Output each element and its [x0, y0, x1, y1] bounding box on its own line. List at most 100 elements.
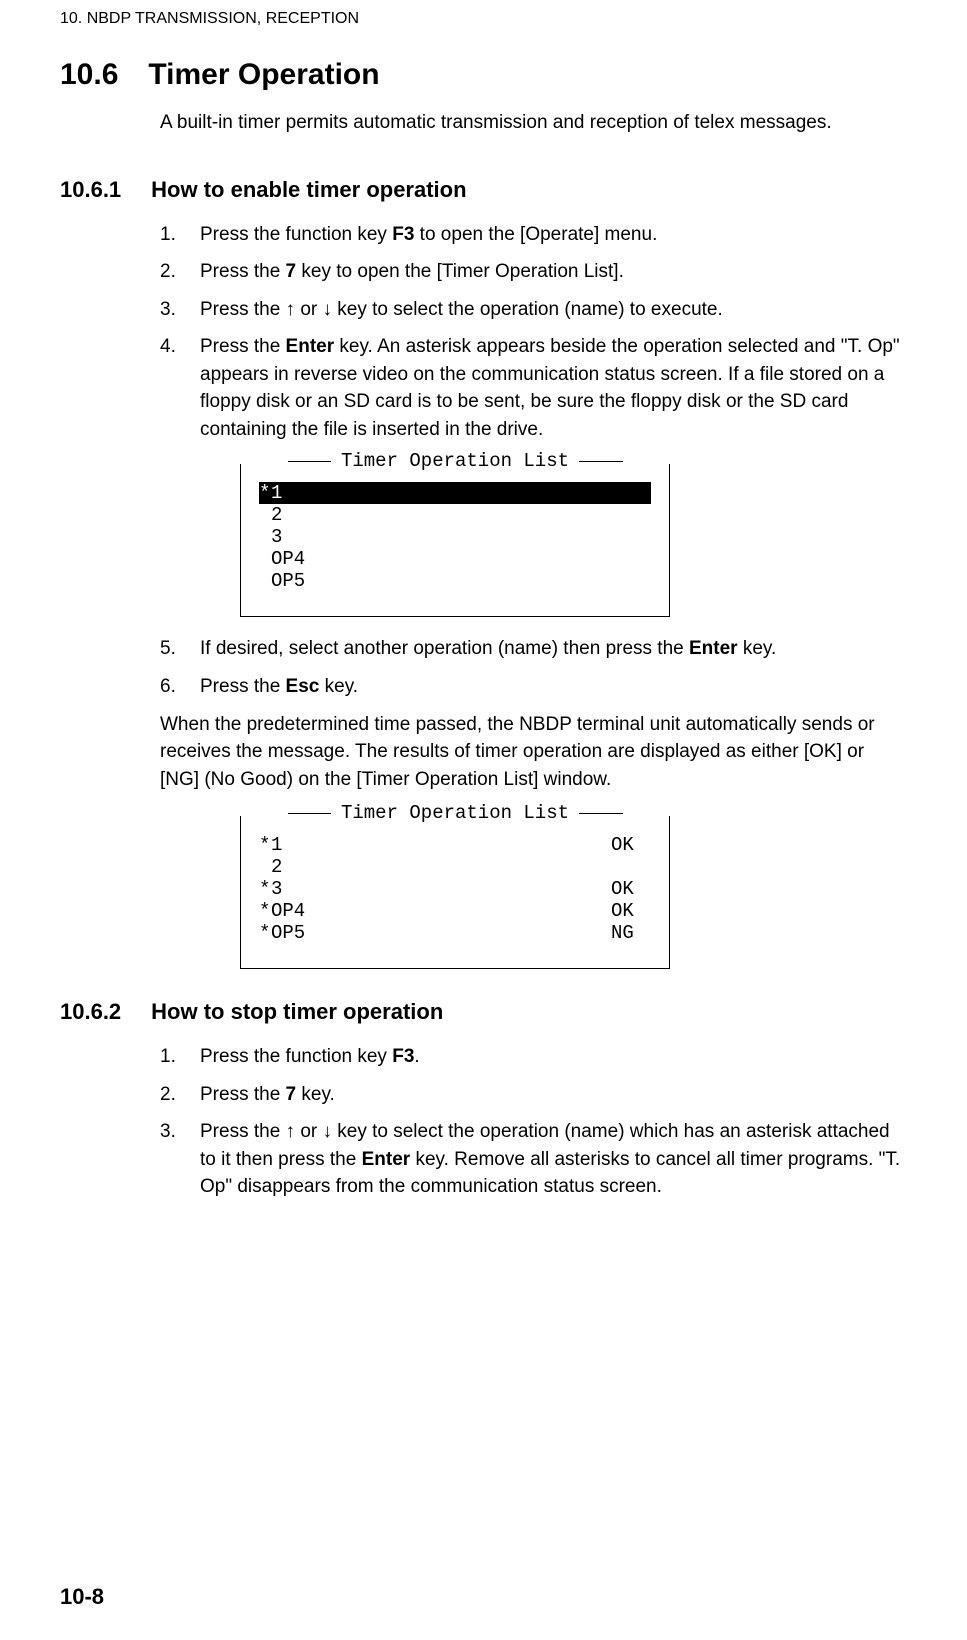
list-marker: 1.	[160, 221, 186, 249]
key-name: 7	[286, 261, 297, 282]
text: .	[414, 1046, 419, 1067]
asterisk-mark	[259, 856, 271, 878]
asterisk-mark	[259, 504, 271, 526]
asterisk-mark: *	[259, 900, 271, 922]
timer-list-row: * OP5 NG	[259, 922, 651, 944]
list-item: 1. Press the function key F3 to open the…	[160, 221, 907, 249]
list-text: Press the ↑ or ↓ key to select the opera…	[200, 1118, 907, 1201]
list-marker: 6.	[160, 673, 186, 701]
list-text: Press the 7 key.	[200, 1081, 907, 1109]
asterisk-mark	[259, 526, 271, 548]
figure-frame: Timer Operation List * 1 2 3 OP4 OP5	[240, 461, 670, 617]
list-text: Press the 7 key to open the [Timer Opera…	[200, 258, 907, 286]
timer-list-row: 2	[259, 504, 651, 526]
timer-name: OP5	[271, 922, 611, 944]
list-item: 2. Press the 7 key.	[160, 1081, 907, 1109]
timer-name: OP4	[271, 548, 651, 570]
list-item: 3. Press the ↑ or ↓ key to select the op…	[160, 296, 907, 324]
timer-list-row: * OP4 OK	[259, 900, 651, 922]
list-marker: 4.	[160, 333, 186, 443]
key-name: Enter	[286, 336, 335, 357]
text: key.	[296, 1084, 335, 1105]
list-marker: 5.	[160, 635, 186, 663]
text: Press the	[200, 261, 286, 282]
text: If desired, select another operation (na…	[200, 638, 689, 659]
asterisk-mark: *	[259, 482, 271, 504]
list-item: 4. Press the Enter key. An asterisk appe…	[160, 333, 907, 443]
asterisk-mark: *	[259, 878, 271, 900]
text: key.	[319, 676, 358, 697]
timer-status: OK	[611, 834, 651, 856]
list-text: Press the function key F3.	[200, 1043, 907, 1071]
page-number: 10-8	[60, 1584, 104, 1610]
timer-status	[611, 856, 651, 878]
text: Press the ↑ or ↓ key to select the opera…	[200, 299, 723, 320]
paragraph: When the predetermined time passed, the …	[160, 711, 907, 794]
section-number: 10.6	[60, 58, 118, 92]
figure-title: Timer Operation List	[331, 450, 579, 472]
text: to open the [Operate] menu.	[414, 224, 657, 245]
timer-status: OK	[611, 900, 651, 922]
timer-list-row: 3	[259, 526, 651, 548]
chapter-header: 10. NBDP TRANSMISSION, RECEPTION	[60, 10, 907, 28]
timer-list-row: * 1 OK	[259, 834, 651, 856]
list-text: Press the function key F3 to open the [O…	[200, 221, 907, 249]
timer-name: OP5	[271, 570, 651, 592]
section-intro: A built-in timer permits automatic trans…	[160, 110, 907, 137]
list-item: 1. Press the function key F3.	[160, 1043, 907, 1071]
key-name: Enter	[689, 638, 738, 659]
list-item: 6. Press the Esc key.	[160, 673, 907, 701]
text: Press the function key	[200, 224, 392, 245]
list-marker: 2.	[160, 1081, 186, 1109]
ordered-list: 5. If desired, select another operation …	[160, 635, 907, 700]
timer-list-row: OP4	[259, 548, 651, 570]
timer-name: 3	[271, 526, 651, 548]
text: Press the	[200, 336, 286, 357]
figure-timer-list-1: Timer Operation List * 1 2 3 OP4 OP5	[240, 461, 907, 617]
list-item: 3. Press the ↑ or ↓ key to select the op…	[160, 1118, 907, 1201]
text: Press the	[200, 676, 286, 697]
text: Press the	[200, 1084, 286, 1105]
ordered-list: 1. Press the function key F3. 2. Press t…	[160, 1043, 907, 1201]
list-marker: 3.	[160, 1118, 186, 1201]
subsection-heading: 10.6.2 How to stop timer operation	[60, 999, 907, 1025]
list-item: 5. If desired, select another operation …	[160, 635, 907, 663]
timer-status: NG	[611, 922, 651, 944]
timer-list-row: OP5	[259, 570, 651, 592]
ordered-list: 1. Press the function key F3 to open the…	[160, 221, 907, 444]
timer-list-row: * 1	[259, 482, 651, 504]
timer-list-row: 2	[259, 856, 651, 878]
timer-name: 2	[271, 504, 651, 526]
list-text: Press the ↑ or ↓ key to select the opera…	[200, 296, 907, 324]
list-text: Press the Enter key. An asterisk appears…	[200, 333, 907, 443]
figure-title: Timer Operation List	[331, 802, 579, 824]
text: key.	[738, 638, 777, 659]
key-name: Esc	[286, 676, 320, 697]
section-heading: 10.6 Timer Operation	[60, 58, 907, 92]
key-name: 7	[286, 1084, 297, 1105]
text: Press the function key	[200, 1046, 392, 1067]
list-text: If desired, select another operation (na…	[200, 635, 907, 663]
subsection-heading: 10.6.1 How to enable timer operation	[60, 177, 907, 203]
list-item: 2. Press the 7 key to open the [Timer Op…	[160, 258, 907, 286]
asterisk-mark: *	[259, 834, 271, 856]
list-marker: 3.	[160, 296, 186, 324]
list-text: Press the Esc key.	[200, 673, 907, 701]
subsection-title: How to enable timer operation	[151, 177, 466, 203]
timer-status: OK	[611, 878, 651, 900]
figure-frame: Timer Operation List * 1 OK 2 * 3 OK * O…	[240, 813, 670, 969]
text: key to open the [Timer Operation List].	[296, 261, 624, 282]
timer-name: 3	[271, 878, 611, 900]
key-name: F3	[392, 224, 414, 245]
timer-name: 1	[271, 482, 651, 504]
subsection-title: How to stop timer operation	[151, 999, 443, 1025]
timer-name: 1	[271, 834, 611, 856]
timer-name: OP4	[271, 900, 611, 922]
list-marker: 2.	[160, 258, 186, 286]
asterisk-mark: *	[259, 922, 271, 944]
key-name: Enter	[362, 1149, 411, 1170]
figure-timer-list-2: Timer Operation List * 1 OK 2 * 3 OK * O…	[240, 813, 907, 969]
section-title: Timer Operation	[148, 58, 379, 92]
asterisk-mark	[259, 548, 271, 570]
asterisk-mark	[259, 570, 271, 592]
